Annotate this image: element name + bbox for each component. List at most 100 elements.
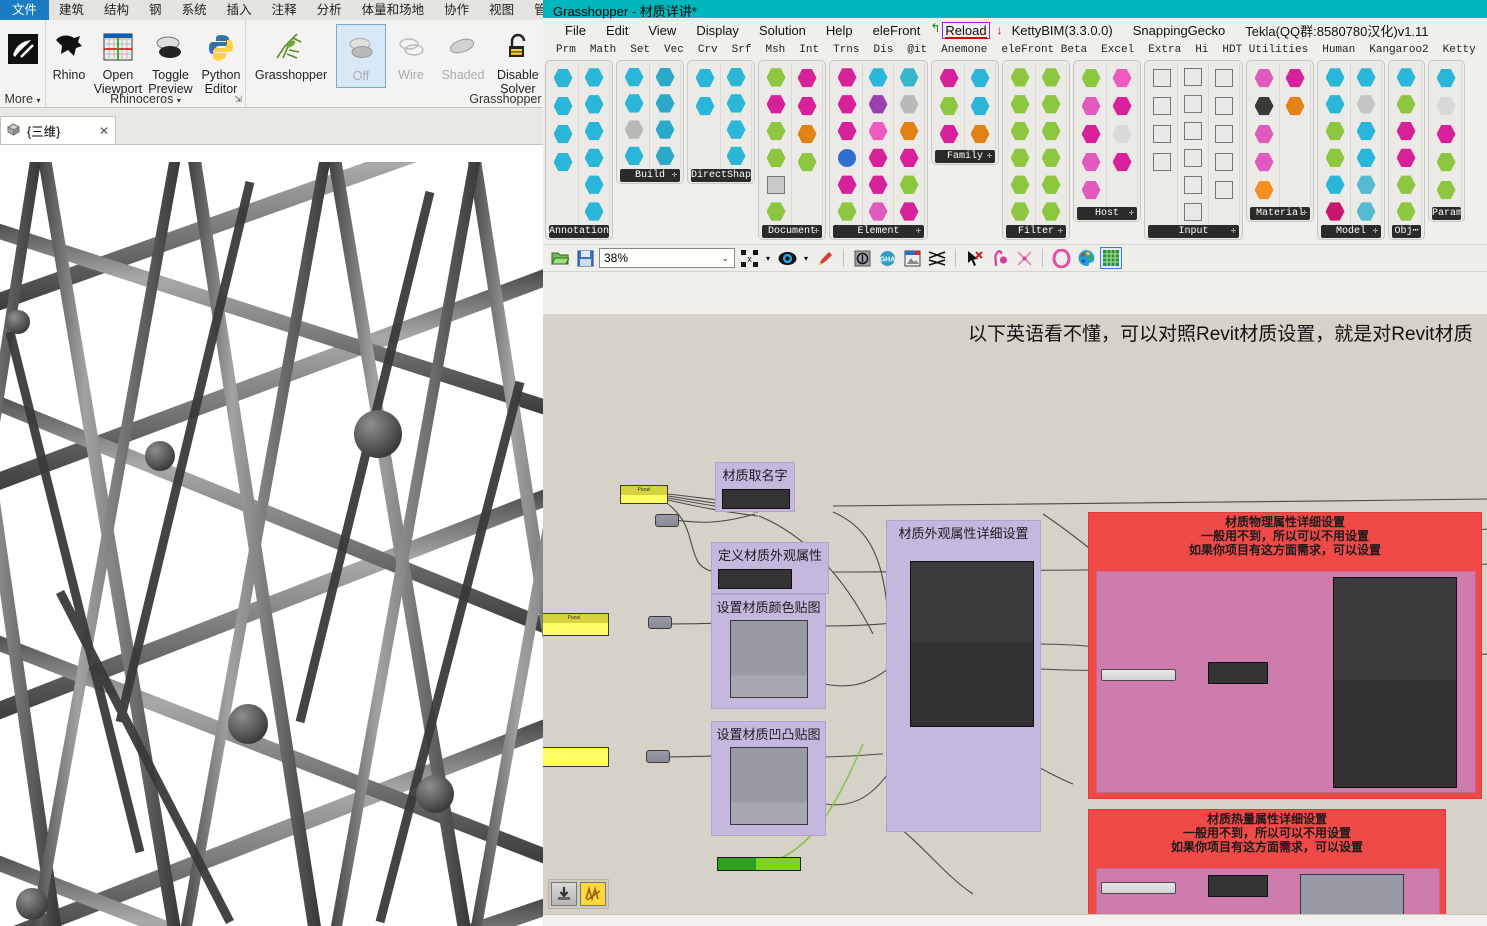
material-texture-icon[interactable] [1282,92,1308,120]
model-axes-icon[interactable] [1353,64,1379,91]
wire-display-icon[interactable] [926,247,948,269]
menu-elefront[interactable]: eleFront [863,21,931,40]
annotation-line-icon[interactable] [581,118,607,145]
node-physical-asset[interactable] [1208,662,1268,684]
group-thermal-properties[interactable]: 材质热量属性详细设置 一般用不到，所以可以不用设置 如果你项目有这方面需求，可以… [1088,809,1446,914]
revit-tab-steel[interactable]: 钢 [139,0,172,20]
build-beam-icon[interactable] [652,64,678,90]
host-curtain-icon[interactable] [1109,120,1135,148]
filter-level-icon[interactable] [1007,198,1033,225]
annotation-tag-icon[interactable] [550,92,576,120]
node-thermal-panel[interactable] [1101,882,1176,894]
node-panel-2[interactable]: Panel [543,613,609,636]
document-info-icon[interactable] [763,91,789,118]
filter-owner-icon[interactable] [1038,118,1064,145]
directshape-category-icon[interactable] [723,117,749,143]
grasshopper-canvas[interactable]: 以下英语看不懂，可以对照Revit材质设置，就是对Revit材质 材质取名字 定… [543,314,1487,914]
rhino-button[interactable]: Rhino [46,24,92,84]
model-curve-icon[interactable] [1353,118,1379,145]
input-workset-icon[interactable] [1180,144,1206,171]
document-link-icon[interactable] [794,92,820,120]
input-list-picker-icon[interactable] [1211,148,1237,176]
input-schedule-icon[interactable] [1180,198,1206,225]
profiler-icon[interactable] [1050,247,1072,269]
annotation-symbol-icon[interactable] [550,148,576,176]
param-value-icon[interactable] [1433,148,1459,176]
revit-tab-file[interactable]: 文件 [0,0,50,20]
group-physical-properties[interactable]: 材质物理属性详细设置 一般用不到，所以可以不用设置 如果你项目有这方面需求，可以… [1088,512,1482,799]
tab-int[interactable]: Int [792,44,826,56]
directshape-geometry-icon[interactable] [723,143,749,169]
node-panel-3[interactable] [543,747,609,767]
build-brace-icon[interactable] [652,117,678,143]
revit-tab-annotate[interactable]: 注释 [262,0,307,20]
node-color-map[interactable] [730,620,808,698]
input-grid-icon[interactable] [1180,91,1206,118]
input-level-icon[interactable] [1180,118,1206,145]
obj-list-icon[interactable] [1393,144,1419,171]
element-paint-icon[interactable] [865,198,891,225]
node-thermal-asset[interactable] [1208,875,1268,897]
document-save-icon[interactable] [763,118,789,145]
sketch-tool-icon[interactable] [988,247,1010,269]
preview-shaded-button[interactable]: Shaded [436,24,490,84]
element-geometry-icon[interactable] [865,64,891,91]
host-floor-icon[interactable] [1078,64,1104,92]
input-family-picker-icon[interactable] [1149,64,1175,92]
model-area-icon[interactable] [1322,64,1348,91]
group-define-appearance[interactable]: 定义材质外观属性 [711,542,829,594]
grasshopper-button[interactable]: Grasshopper [246,24,336,84]
document-export-icon[interactable] [763,144,789,171]
tab-ketty[interactable]: Ketty [1436,44,1483,56]
tab-elefront-beta[interactable]: eleFront Beta [994,44,1094,56]
palette-icon[interactable] [1075,247,1097,269]
node-appearance-detail[interactable] [910,561,1034,727]
scatter-icon[interactable] [1013,247,1035,269]
preview-off-button[interactable]: Off [336,24,386,88]
node-relay-2[interactable] [648,616,672,629]
model-spline-icon[interactable] [1353,171,1379,198]
directshape-create-icon[interactable] [692,64,718,92]
filter-invert-icon[interactable] [1038,91,1064,118]
element-solid-icon[interactable] [865,91,891,118]
open-viewport-button[interactable]: Open Viewport [92,24,144,98]
paint-preview-icon[interactable] [814,247,836,269]
tab-prm[interactable]: Prm [549,44,583,56]
input-type-picker-icon[interactable] [1149,92,1175,120]
model-room-icon[interactable] [1322,118,1348,145]
revit-tab-insert[interactable]: 插入 [217,0,262,20]
annotation-spot-icon[interactable] [550,120,576,148]
annotation-dimension-icon[interactable] [550,64,576,92]
document-levels-icon[interactable] [763,171,789,198]
wire-preview-button[interactable] [580,882,606,906]
preview-wire-button[interactable]: Wire [386,24,436,84]
filter-all-icon[interactable] [1038,64,1064,91]
filter-rule-icon[interactable] [1007,171,1033,198]
tab-trns[interactable]: Trns [826,44,866,56]
menu-file[interactable]: File [555,21,596,40]
filter-union-icon[interactable] [1007,118,1033,145]
tab-srf[interactable]: Srf [725,44,759,56]
model-space-icon[interactable] [1322,144,1348,171]
subgroup-thermal-inner[interactable] [1096,868,1440,914]
revit-tab-manage[interactable]: 管理 [524,0,543,20]
element-group-icon[interactable] [834,198,860,225]
obj-class-icon[interactable] [1393,118,1419,145]
directshape-ellipse-icon[interactable] [723,90,749,116]
model-surface-icon[interactable] [1353,198,1379,225]
preview-dropdown-icon[interactable]: ▾ [801,247,811,269]
node-relay-1[interactable] [655,514,679,527]
build-member-icon[interactable] [652,143,678,169]
directshape-type-icon[interactable] [692,92,718,120]
filter-phase-icon[interactable] [1038,144,1064,171]
element-spiral-icon[interactable] [834,91,860,118]
element-table-icon[interactable] [896,198,922,225]
dialog-launcher-icon[interactable]: ⇲ [234,94,242,105]
element-identity-icon[interactable] [834,64,860,91]
bake-to-rhino-button[interactable] [551,882,577,906]
subgroup-physical-inner[interactable] [1096,571,1476,793]
input-structure-icon[interactable] [1180,64,1206,91]
annotation-group-icon[interactable] [581,64,607,91]
host-ceiling-icon[interactable] [1078,148,1104,176]
annotation-text-icon[interactable] [581,198,607,225]
